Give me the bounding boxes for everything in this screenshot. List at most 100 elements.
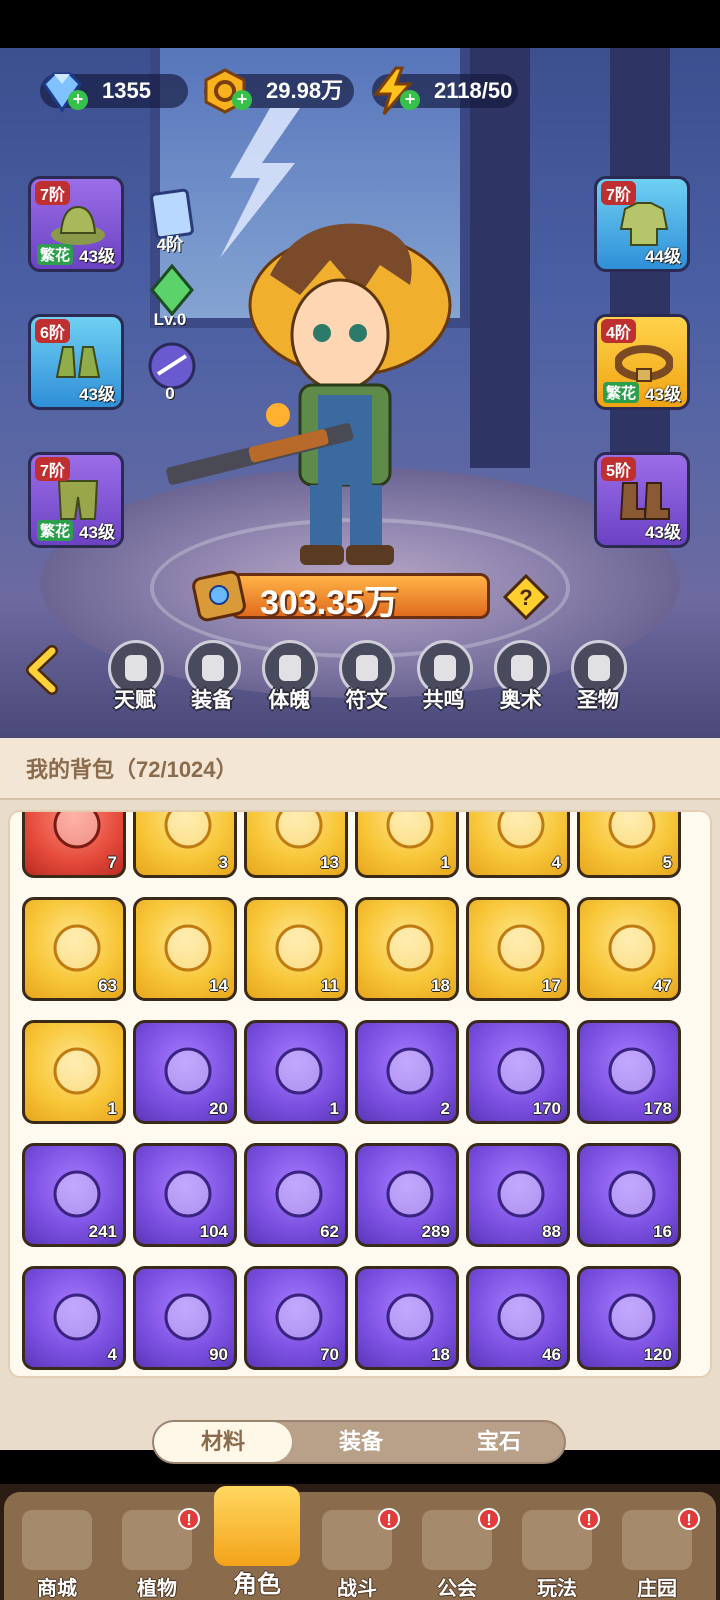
fruit-bowl-icon — [164, 1293, 212, 1341]
nav-label: 战斗 — [337, 1578, 377, 1600]
tab-equipment[interactable]: 装备 — [173, 640, 250, 720]
bag-item-crystal[interactable]: 120 — [577, 1266, 681, 1370]
hero-character[interactable] — [160, 205, 520, 575]
backpack-grid[interactable]: 7 3 13 1 4 5 63 14 11 18 17 47 1 20 1 2 170 178 241 104 62 28… — [8, 810, 712, 1378]
golden-drop-icon — [497, 1293, 545, 1341]
category-materials[interactable]: 材料 — [154, 1422, 292, 1462]
bag-item-watering-can[interactable]: 4 — [22, 1266, 126, 1370]
tab-talent[interactable]: 天赋 — [96, 640, 173, 720]
character-icon — [214, 1486, 300, 1566]
add-gold-icon[interactable]: + — [232, 90, 252, 110]
nav-plants[interactable]: ! 植物 — [108, 1506, 206, 1600]
gold-counter[interactable]: + 29.98万 — [204, 68, 354, 114]
rank-label: 7阶 — [35, 181, 70, 205]
bag-item-fruit-bowl[interactable]: 90 — [133, 1266, 237, 1370]
bag-item-vine-potion[interactable]: 289 — [355, 1143, 459, 1247]
rune-stone-icon — [608, 812, 656, 849]
equip-slot-boots[interactable]: 5阶 43级 — [594, 452, 690, 548]
bag-item-thunder-scroll[interactable]: 62 — [244, 1143, 348, 1247]
blue-bud-icon — [497, 1170, 545, 1218]
nav-character[interactable]: 角色 — [208, 1486, 306, 1598]
bag-item-rune-stone[interactable]: 5 — [577, 812, 681, 878]
level-label: 43级 — [79, 385, 115, 404]
equip-slot-pants[interactable]: 7阶 繁花 43级 — [28, 452, 124, 548]
item-count: 5 — [662, 853, 672, 872]
backpack-header: 我的背包（72/1024） — [0, 738, 720, 800]
nav-label: 玩法 — [537, 1578, 577, 1600]
cat-plush-icon — [386, 1293, 434, 1341]
bag-item-blue-bud[interactable]: 88 — [466, 1143, 570, 1247]
tab-rune[interactable]: 符文 — [327, 640, 404, 720]
alert-badge-icon: ! — [178, 1508, 200, 1530]
nav-manor[interactable]: ! 庄园 — [608, 1506, 706, 1600]
tab-physique[interactable]: 体魄 — [250, 640, 327, 720]
bag-category-switch: 材料 装备 宝石 — [152, 1420, 566, 1464]
status-bar — [0, 0, 720, 48]
purple-scroll-icon — [608, 1047, 656, 1095]
bag-item-key[interactable]: 1 — [355, 812, 459, 878]
bag-item-gold-key[interactable]: 4 — [466, 812, 570, 878]
tab-label: 符文 — [345, 689, 388, 712]
tab-relic[interactable]: 圣物 — [559, 640, 636, 720]
tab-resonance[interactable]: 共鸣 — [405, 640, 482, 720]
nav-battle[interactable]: ! 战斗 — [308, 1506, 406, 1600]
silver-key-icon — [275, 1047, 323, 1095]
bag-item-skull-charm[interactable]: 13 — [244, 812, 348, 878]
item-count: 241 — [88, 1222, 117, 1241]
help-icon[interactable]: ? — [503, 574, 549, 620]
feather-leaf-icon — [386, 1047, 434, 1095]
character-tabs: 天赋 装备 体魄 符文 共鸣 奥术 圣物 — [96, 640, 636, 720]
category-gems[interactable]: 宝石 — [430, 1422, 568, 1462]
spell-book-icon — [608, 924, 656, 972]
bag-item-green-scroll[interactable]: 170 — [466, 1020, 570, 1124]
nav-guild[interactable]: ! 公会 — [408, 1506, 506, 1600]
alert-badge-icon: ! — [378, 1508, 400, 1530]
tag-label: 繁花 — [37, 244, 74, 265]
equip-slot-hat[interactable]: 7阶 繁花 43级 — [28, 176, 124, 272]
bag-item-violet-bulb[interactable]: 16 — [577, 1143, 681, 1247]
bag-item-cat-plush[interactable]: 18 — [355, 1266, 459, 1370]
bag-item-golden-drop[interactable]: 46 — [466, 1266, 570, 1370]
bag-item-feather-leaf[interactable]: 2 — [355, 1020, 459, 1124]
level-label: 44级 — [645, 247, 681, 266]
item-count: 170 — [532, 1099, 561, 1118]
equip-slot-belt[interactable]: 4阶 繁花 43级 — [594, 314, 690, 410]
svg-text:?: ? — [519, 585, 532, 610]
item-count: 1 — [329, 1099, 339, 1118]
add-energy-icon[interactable]: + — [400, 90, 420, 110]
energy-counter[interactable]: + 2118/50 — [372, 66, 518, 115]
bag-item-fire-scroll[interactable]: 104 — [133, 1143, 237, 1247]
nav-label: 公会 — [437, 1578, 477, 1600]
bag-item-gold-ore[interactable]: 14 — [133, 897, 237, 1001]
equip-slot-gloves[interactable]: 6阶 43级 — [28, 314, 124, 410]
combat-power: 303.35万 — [190, 565, 500, 625]
nav-shop[interactable]: 商城 — [8, 1506, 106, 1600]
bag-item-purple-potion[interactable]: 20 — [133, 1020, 237, 1124]
bag-item-water-scroll[interactable]: 241 — [22, 1143, 126, 1247]
bag-item-golden-flower[interactable]: 1 — [22, 1020, 126, 1124]
nav-gameplay[interactable]: ! 玩法 — [508, 1506, 606, 1600]
equip-slot-jacket[interactable]: 7阶 44级 — [594, 176, 690, 272]
nav-label: 商城 — [37, 1578, 77, 1600]
bag-item-pet-food[interactable]: 70 — [244, 1266, 348, 1370]
bag-item-potion-flask[interactable]: 63 — [22, 897, 126, 1001]
gems-counter[interactable]: + 1355 — [40, 72, 188, 113]
back-arrow-icon[interactable] — [22, 645, 66, 695]
add-gems-icon[interactable]: + — [68, 90, 88, 110]
tab-label: 装备 — [191, 689, 234, 712]
bag-item-egg[interactable]: 3 — [133, 812, 237, 878]
bag-item-flower-pot[interactable]: 18 — [355, 897, 459, 1001]
bag-item-purple-scroll[interactable]: 178 — [577, 1020, 681, 1124]
shop-icon — [22, 1510, 92, 1570]
bag-item-silver-key[interactable]: 1 — [244, 1020, 348, 1124]
bag-item-flower-bud[interactable]: 11 — [244, 897, 348, 1001]
item-count: 18 — [431, 1345, 450, 1364]
tab-arcane[interactable]: 奥术 — [482, 640, 559, 720]
key-icon — [386, 812, 434, 849]
alert-badge-icon: ! — [478, 1508, 500, 1530]
bag-item-fertilizer-can[interactable]: 17 — [466, 897, 570, 1001]
item-count: 120 — [643, 1345, 672, 1364]
category-equipment[interactable]: 装备 — [292, 1422, 430, 1462]
bag-item-spell-book[interactable]: 47 — [577, 897, 681, 1001]
bag-item-apple[interactable]: 7 — [22, 812, 126, 878]
